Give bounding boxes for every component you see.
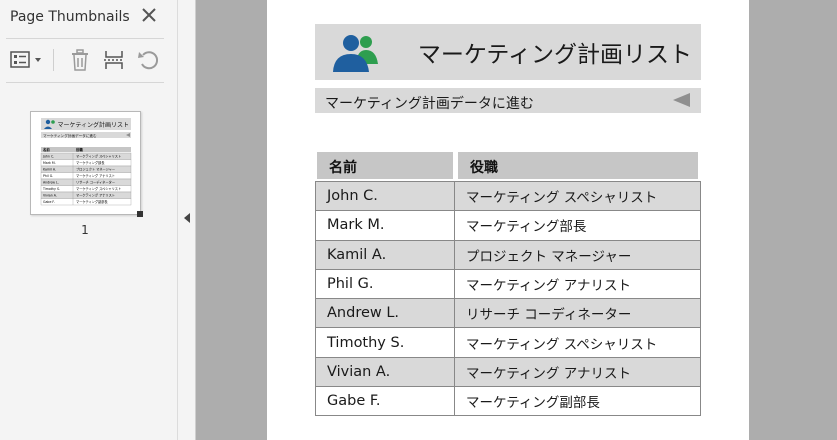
name-cell: Andrew L.	[316, 299, 455, 328]
thumbnail-header-cell: 役職	[75, 147, 83, 152]
name-cell: Gabe F.	[316, 387, 455, 416]
divider	[6, 82, 164, 83]
page-thumbnail[interactable]: マーケティング計画リスト マーケティング計画データに進む 名前 役職 John C.…	[30, 111, 141, 215]
role-cell: マーケティング アナリスト	[466, 278, 631, 295]
name-cell: John C.	[316, 182, 455, 211]
column-header-name: 名前	[317, 152, 453, 179]
thumbnail-resize-handle[interactable]	[137, 211, 143, 217]
thumbnail-cell: プロジェクト マネージャー	[76, 167, 115, 172]
role-cell: マーケティング アナリスト	[466, 365, 631, 382]
thumbnail-title: マーケティング計画リスト	[57, 121, 129, 129]
rotate-icon[interactable]	[137, 49, 159, 71]
thumbnail-cell: Andrew L.	[43, 181, 59, 185]
thumbnail-cell: マーケティング部長	[76, 160, 105, 165]
thumbnail-cell: John C.	[42, 155, 54, 159]
thumbnail-link: マーケティング計画データに進む	[43, 133, 97, 138]
page-title: マーケティング計画リスト	[417, 42, 692, 68]
delete-icon[interactable]	[69, 49, 91, 71]
go-to-data-link[interactable]: マーケティング計画データに進む	[325, 93, 534, 113]
table-row: John C. マーケティング スペシャリスト	[316, 181, 700, 211]
thumbnail-cell: リサーチ コーディネーター	[76, 180, 115, 185]
toolbar-separator	[53, 49, 54, 71]
thumbnail-cell: Gabe F.	[43, 200, 55, 204]
thumbnail-cell: Timothy S.	[42, 187, 60, 191]
page-thumbnails-panel: Page Thumbnails マーケティング計画リスト マーケティング計画デー…	[0, 0, 178, 440]
role-cell: マーケティング副部長	[466, 395, 600, 412]
role-cell: リサーチ コーディネーター	[466, 307, 632, 324]
panel-title: Page Thumbnails	[10, 9, 130, 25]
role-cell: マーケティング部長	[466, 219, 587, 236]
page-number: 1	[81, 223, 89, 237]
thumbnail-cell: マーケティング スペシャリスト	[76, 186, 121, 191]
table-row: Timothy S. マーケティング スペシャリスト	[316, 327, 700, 357]
name-cell: Vivian A.	[316, 357, 455, 387]
people-group-icon	[329, 30, 383, 74]
name-cell: Kamil A.	[316, 240, 455, 269]
table-header: 名前 役職	[315, 152, 701, 179]
role-cell: マーケティング スペシャリスト	[466, 336, 658, 353]
divider	[6, 38, 164, 39]
close-icon[interactable]	[140, 6, 158, 24]
thumbnail-cell: Mark M.	[43, 161, 56, 165]
table-row: Phil G. マーケティング アナリスト	[316, 268, 700, 299]
table-row: Vivian A. マーケティング アナリスト	[316, 356, 700, 387]
thumbnail-header-cell: 名前	[43, 147, 50, 152]
extract-pages-icon[interactable]	[103, 49, 125, 71]
thumbnail-cell: マーケティング アナリスト	[76, 193, 115, 198]
thumbnail-cell: マーケティング スペシャリスト	[76, 154, 121, 159]
thumbnail-cell: Vivian A.	[43, 194, 57, 198]
thumbnail-cell: Phil G.	[43, 174, 53, 178]
staff-table: John C. マーケティング スペシャリスト Mark M. マーケティング部長 Ka…	[315, 181, 701, 417]
name-cell: Mark M.	[316, 211, 455, 240]
role-cell: プロジェクト マネージャー	[466, 248, 632, 265]
table-row: Gabe F. マーケティング副部長	[316, 386, 700, 416]
table-row: Andrew L. リサーチ コーディネーター	[316, 298, 700, 328]
thumbnail-cell: マーケティング副部長	[76, 199, 108, 204]
options-menu-button[interactable]	[10, 49, 44, 71]
table-row: Mark M. マーケティング部長	[316, 210, 700, 240]
collapse-arrow-icon[interactable]	[184, 213, 190, 223]
name-cell: Timothy S.	[316, 328, 455, 357]
table-row: Kamil A. プロジェクト マネージャー	[316, 239, 700, 269]
back-arrow-icon[interactable]	[673, 93, 690, 107]
role-cell: マーケティング スペシャリスト	[466, 190, 658, 207]
column-header-role: 役職	[458, 152, 698, 179]
thumbnail-cell: マーケティング アナリスト	[76, 173, 115, 178]
name-cell: Phil G.	[316, 269, 455, 299]
thumbnail-cell: Kamil A.	[43, 168, 56, 172]
